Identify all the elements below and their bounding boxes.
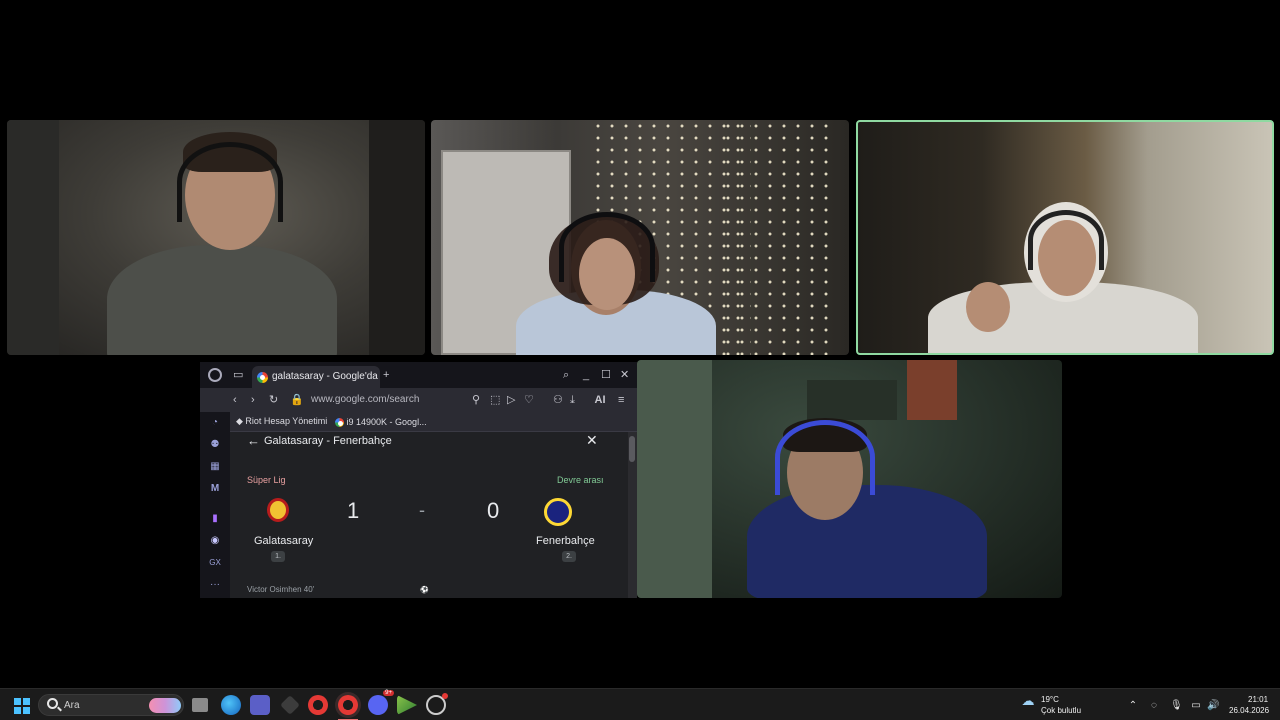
reload-icon[interactable]: ↻ <box>269 393 278 407</box>
url-field[interactable]: www.google.com/search <box>311 394 419 405</box>
minimize-button[interactable]: _ <box>583 368 589 382</box>
bookmarks-bar: ◆ Riot Hesap Yönetimi i9 14900K - Googl.… <box>200 412 637 432</box>
match-status: Devre arası <box>557 475 604 485</box>
twitch-icon[interactable]: ▮ <box>208 512 222 526</box>
ai-button[interactable]: AI <box>589 393 611 407</box>
google-favicon-icon <box>257 372 268 383</box>
close-window-button[interactable]: ✕ <box>620 368 629 382</box>
account-icon[interactable]: ⚇ <box>553 393 563 407</box>
panel-scrollbar-thumb[interactable] <box>629 436 635 462</box>
address-bar: ‹ › ↻ 🔒 www.google.com/search ⚲ ⬚ ▷ ♡ ⚇ … <box>200 388 637 412</box>
more-icon[interactable]: ··· <box>208 578 222 592</box>
recording-dot-icon <box>442 693 448 699</box>
taskbar: Ara 9+ ☁ 19°C Çok bulutlu ⌃ ◌ 🎙 ▭ 🔊 21:0… <box>0 688 1280 720</box>
start-button[interactable] <box>14 698 30 714</box>
google-favicon-icon <box>335 418 344 427</box>
galatasaray-crest-icon <box>267 498 289 522</box>
opera-gx-icon[interactable] <box>338 695 358 720</box>
fenerbahce-crest-icon <box>544 498 572 526</box>
clock-date[interactable]: 26.04.2026 <box>1229 706 1269 715</box>
taskbar-search[interactable]: Ara <box>38 694 184 716</box>
search-highlight-icon <box>149 698 181 713</box>
away-team-name[interactable]: Fenerbahçe <box>536 535 595 547</box>
close-icon[interactable]: ✕ <box>586 432 598 449</box>
search-tabs-icon[interactable]: ⌕ <box>563 368 569 382</box>
video-tile-participant-4[interactable] <box>637 360 1062 598</box>
browser-window[interactable]: ▭ galatasaray - Google'da Ara + ⌕ _ ☐ ✕ … <box>200 362 637 598</box>
menu-icon[interactable]: ≡ <box>618 393 624 407</box>
heart-icon[interactable]: ♡ <box>524 393 534 407</box>
match-title: Galatasaray - Fenerbahçe <box>264 435 392 447</box>
discord-taskbar-icon[interactable]: 9+ <box>368 690 394 715</box>
speed-dial-icon[interactable]: ◔ <box>208 416 222 430</box>
app-hexagon-icon[interactable] <box>280 695 300 715</box>
browser-tab-bar: ▭ galatasaray - Google'da Ara + ⌕ _ ☐ ✕ <box>200 362 637 388</box>
workspace-icon[interactable]: ▦ <box>208 460 222 474</box>
network-icon[interactable]: ▭ <box>1190 700 1202 712</box>
weather-cloud-icon[interactable]: ☁ <box>1020 694 1036 709</box>
back-icon[interactable]: ‹ <box>233 393 237 407</box>
onedrive-icon[interactable]: ◌ <box>1148 700 1160 712</box>
panel-scrollbar[interactable] <box>628 432 637 598</box>
away-rank-badge: 2. <box>562 551 576 562</box>
search-placeholder: Ara <box>64 700 80 711</box>
back-arrow-icon[interactable]: ← <box>247 433 260 448</box>
home-score: 1 <box>347 498 360 523</box>
play-app-icon[interactable] <box>397 695 417 715</box>
obs-icon[interactable] <box>426 693 448 715</box>
tab-title: galatasaray - Google'da Ara <box>272 371 380 382</box>
opera-logo-icon[interactable] <box>208 368 222 382</box>
file-explorer-icon[interactable] <box>192 698 208 712</box>
gx-icon[interactable]: GX <box>208 556 222 570</box>
video-tile-participant-1[interactable] <box>7 120 425 355</box>
opera-icon[interactable] <box>308 695 328 715</box>
microphone-icon[interactable]: 🎙 <box>1170 700 1183 712</box>
download-icon[interactable]: ⤓ <box>570 393 575 407</box>
browser-tab[interactable]: galatasaray - Google'da Ara <box>252 366 380 388</box>
pin-icon[interactable]: ⚲ <box>472 393 480 407</box>
ball-icon: ⚽ <box>420 587 429 594</box>
clock-time[interactable]: 21:01 <box>1248 695 1268 704</box>
video-tile-participant-2[interactable] <box>431 120 849 355</box>
discord-badge: 9+ <box>383 690 394 696</box>
weather-desc[interactable]: Çok bulutlu <box>1041 706 1081 715</box>
teams-icon[interactable] <box>250 695 270 715</box>
forward-icon[interactable]: › <box>251 393 255 407</box>
match-panel: ← Galatasaray - Fenerbahçe ✕ Süper Lig D… <box>230 432 628 598</box>
search-icon <box>47 698 58 709</box>
fairy-lights-right <box>721 120 831 355</box>
discord-icon[interactable]: ◉ <box>208 534 222 548</box>
away-score: 0 <box>487 498 500 523</box>
browser-sidebar: ◔ ⚉ ▦ M ▮ ◉ GX ··· <box>200 412 230 598</box>
play-icon[interactable]: ▷ <box>507 393 515 407</box>
screen: ▭ galatasaray - Google'da Ara + ⌕ _ ☐ ✕ … <box>0 0 1280 720</box>
weather-temp[interactable]: 19°C <box>1041 695 1059 704</box>
snapshot-icon[interactable]: ⬚ <box>490 393 500 407</box>
aria-icon[interactable]: ⚉ <box>208 438 222 452</box>
bookmark-i9[interactable]: i9 14900K - Googl... <box>335 416 427 427</box>
bookmark-riot[interactable]: ◆ Riot Hesap Yönetimi <box>236 416 327 427</box>
edge-icon[interactable] <box>221 695 241 715</box>
new-tab-button[interactable]: + <box>383 368 389 382</box>
video-tile-participant-3[interactable] <box>856 120 1274 355</box>
volume-icon[interactable]: 🔊 <box>1207 700 1219 712</box>
maximize-button[interactable]: ☐ <box>601 368 611 382</box>
chevron-up-icon[interactable]: ⌃ <box>1127 700 1139 712</box>
goal-scorer: Victor Osimhen 40' <box>247 585 315 594</box>
league-label[interactable]: Süper Lig <box>247 475 286 485</box>
score-separator: - <box>419 500 425 520</box>
home-team-name[interactable]: Galatasaray <box>254 535 313 547</box>
tab-overview-icon[interactable]: ▭ <box>233 368 243 382</box>
lock-icon: 🔒 <box>290 394 304 406</box>
home-rank-badge: 1. <box>271 551 285 562</box>
messenger-icon[interactable]: M <box>208 482 222 496</box>
